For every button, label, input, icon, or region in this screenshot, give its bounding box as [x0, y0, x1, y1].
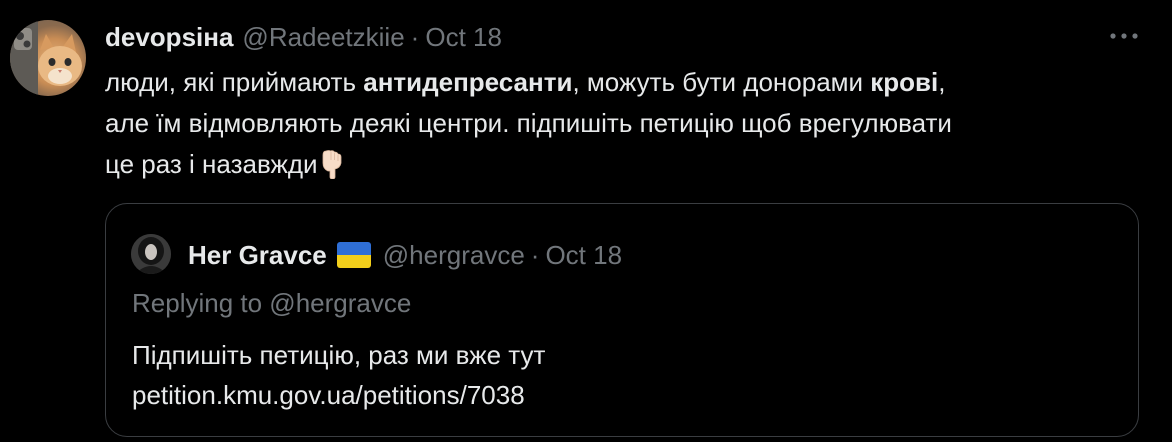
tweet-text-line-2: але їм відмовляють деякі центри. підпиші… [105, 108, 952, 138]
quoted-author-name[interactable]: Her Gravce [188, 240, 327, 271]
tweet-text-line-3: це раз і назавжди [105, 144, 1145, 191]
quoted-text: Підпишіть петицію, раз ми вже тут petiti… [132, 335, 545, 415]
quoted-text-line-1: Підпишіть петицію, раз ми вже тут [132, 340, 546, 370]
quoted-date[interactable]: Oct 18 [545, 240, 622, 271]
quoted-header: Her Gravce @hergravce · Oct 18 [188, 237, 622, 273]
quoted-tweet[interactable]: Her Gravce @hergravce · Oct 18 Replying … [105, 203, 1139, 437]
author-name[interactable]: devopsіна [105, 22, 233, 53]
separator-dot: · [410, 21, 420, 52]
author-handle[interactable]: @Radeetzkiie [242, 22, 404, 53]
bold-word-blood: крові [870, 67, 939, 97]
avatar[interactable] [10, 20, 86, 96]
quoted-avatar[interactable] [131, 234, 171, 274]
bold-word-antidepressants: антидепресанти [363, 67, 573, 97]
quoted-separator-dot: · [530, 239, 540, 270]
tweet[interactable]: devopsіна @Radeetzkiie · Oct 18 люди, як… [0, 0, 1172, 442]
tweet-text: люди, які приймають антидепресанти, можу… [105, 62, 1145, 191]
petition-link[interactable]: petition.kmu.gov.ua/petitions/7038 [132, 375, 545, 415]
more-dots-icon [1110, 33, 1138, 39]
pointing-down-hand-emoji [320, 149, 344, 191]
replying-to: Replying to @hergravce [132, 288, 412, 318]
tweet-header: devopsіна @Radeetzkiie · Oct 18 [105, 18, 502, 56]
ukraine-flag-icon [336, 242, 371, 268]
tweet-text-line-1: люди, які приймають антидепресанти, можу… [105, 67, 946, 97]
tweet-date[interactable]: Oct 18 [425, 22, 502, 53]
quoted-author-handle[interactable]: @hergravce [383, 240, 525, 271]
more-options-button[interactable] [1104, 22, 1144, 50]
